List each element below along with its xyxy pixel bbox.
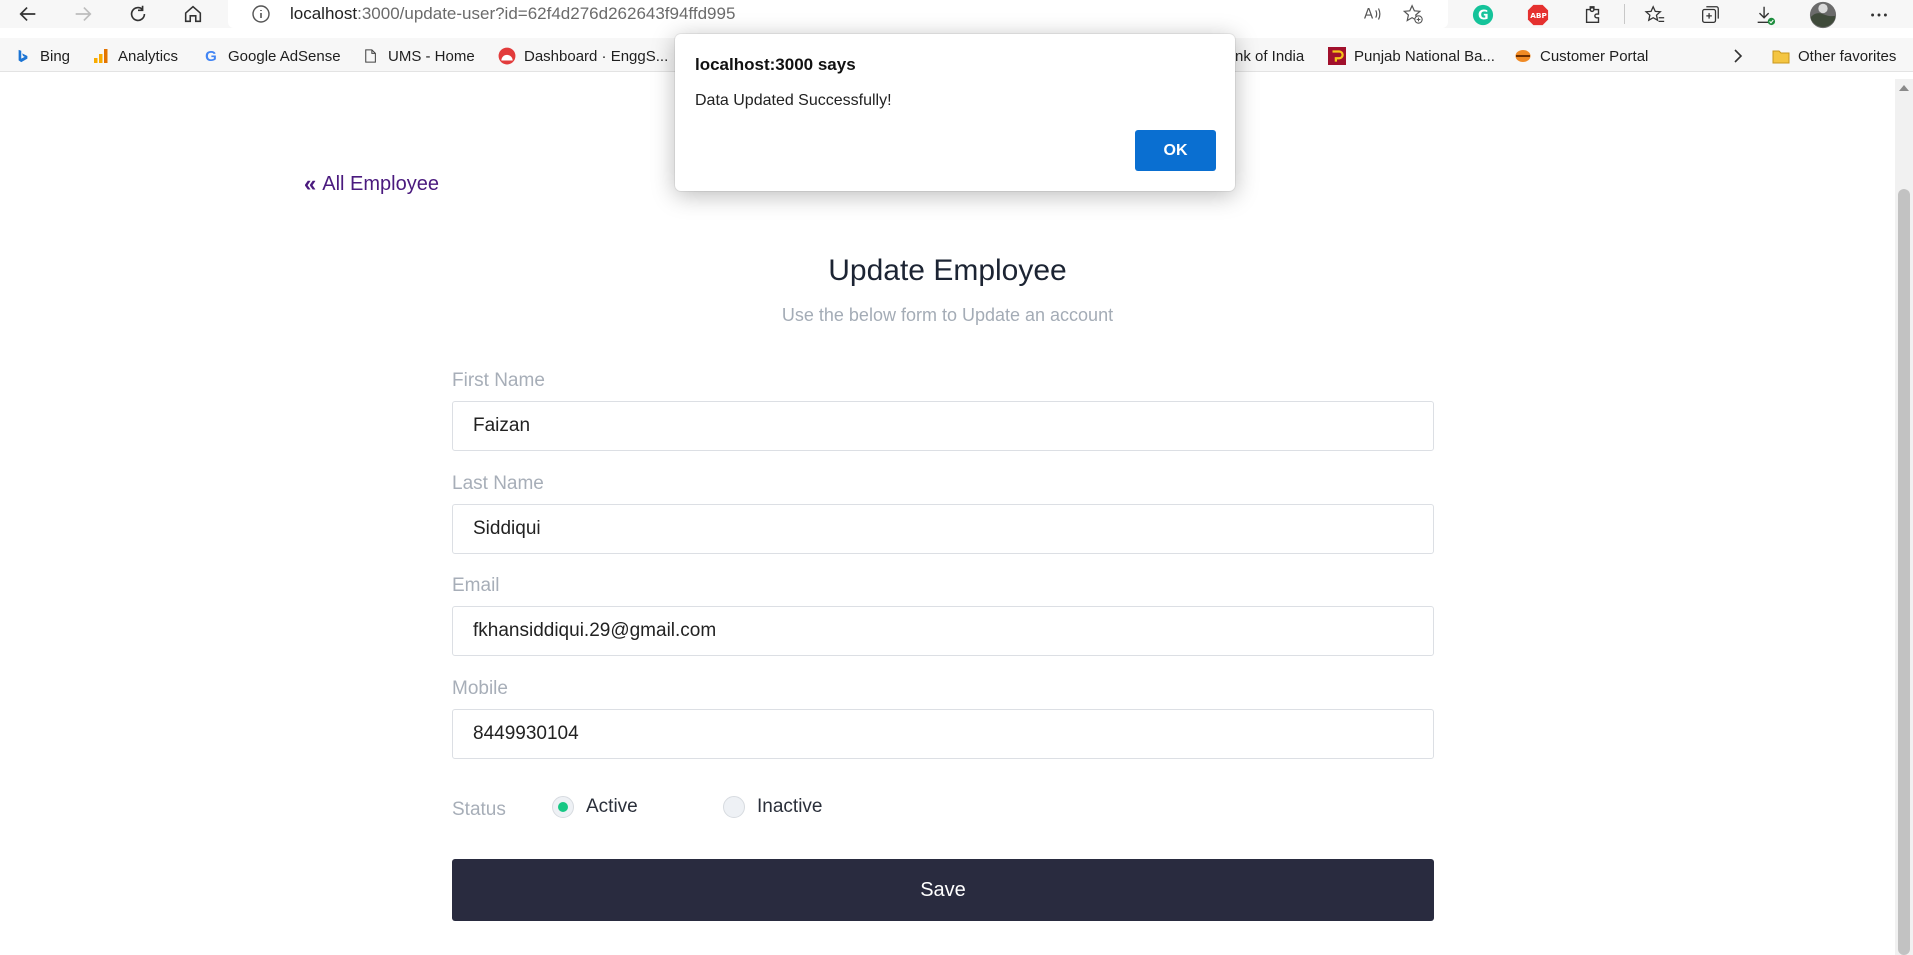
page-icon [362,47,380,65]
double-chevron-left-icon: « [304,171,317,196]
bookmark-ums-home[interactable]: UMS - Home [362,44,475,68]
page-title: Update Employee [828,254,1067,287]
svg-text:A: A [1364,7,1374,23]
dialog-title: localhost:3000 says [695,55,856,74]
bookmark-label: nk of India [1235,47,1305,65]
extensions-icon[interactable] [1580,2,1606,28]
profile-avatar[interactable] [1808,0,1838,30]
page-content: « All Employee Update Employee Use the b… [0,79,1895,955]
bookmark-bank-of-india[interactable]: nk of India [1235,44,1304,68]
status-active-radio[interactable]: Active [552,796,638,818]
dashboard-icon [498,47,516,65]
scroll-up-arrow-icon[interactable] [1899,85,1909,91]
pnb-icon [1328,47,1346,65]
grammarly-icon[interactable]: G [1470,2,1496,28]
last-name-input[interactable] [452,504,1434,554]
bookmark-label: Other favorites [1798,47,1897,65]
bookmark-label: Bing [40,47,71,65]
downloads-icon[interactable] [1752,2,1778,28]
read-aloud-icon[interactable]: A [1360,2,1386,26]
bookmark-label: UMS - Home [388,47,475,65]
back-link-label: All Employee [322,172,439,195]
forward-arrow-icon[interactable] [65,0,101,28]
mobile-label: Mobile [452,678,508,699]
bookmark-bing[interactable]: Bing [14,44,70,68]
last-name-label: Last Name [452,473,544,494]
first-name-input[interactable] [452,401,1434,451]
email-label: Email [452,575,500,596]
add-favorite-icon[interactable] [1400,2,1426,26]
portal-icon [1514,47,1532,65]
refresh-icon[interactable] [120,0,156,28]
all-employee-link[interactable]: « All Employee [304,171,439,197]
site-info-icon[interactable] [250,3,272,25]
svg-text:ABP: ABP [1530,11,1547,20]
first-name-label: First Name [452,370,545,391]
status-label: Status [452,799,506,820]
page-subtitle: Use the below form to Update an account [781,305,1114,325]
bookmark-label: Punjab National Ba... [1354,47,1495,65]
browser-toolbar: localhost:3000/update-user?id=62f4d276d2… [0,0,1913,30]
adblock-plus-icon[interactable]: ABP [1525,2,1551,28]
back-arrow-icon[interactable] [10,0,46,28]
collections-icon[interactable] [1697,2,1723,28]
dialog-message: Data Updated Successfully! [695,92,892,109]
mobile-input[interactable] [452,709,1434,759]
page-scrollbar[interactable] [1895,79,1913,955]
bing-icon [14,47,32,65]
toolbar-divider [1624,4,1625,24]
bookmark-label: Google AdSense [228,47,341,65]
favorites-icon[interactable] [1642,2,1668,28]
chevron-right-icon[interactable] [1728,46,1748,66]
google-icon: G [205,47,217,65]
radio-label-active: Active [586,796,638,817]
bookmark-punjab-national-bank[interactable]: Punjab National Ba... [1328,44,1495,68]
analytics-icon [92,47,110,65]
save-button[interactable]: Save [452,859,1434,921]
more-options-icon[interactable] [1866,2,1892,28]
alert-dialog: localhost:3000 says Data Updated Success… [675,34,1235,191]
bookmark-other-favorites[interactable]: Other favorites [1772,44,1896,68]
bookmark-analytics[interactable]: Analytics [92,44,178,68]
radio-label-inactive: Inactive [757,796,823,817]
bookmark-label: Analytics [118,47,179,65]
address-bar[interactable]: localhost:3000/update-user?id=62f4d276d2… [228,0,1448,28]
bookmark-label: Customer Portal [1540,47,1649,65]
bookmark-label: Dashboard · EnggS... [524,47,669,65]
bookmark-dashboard[interactable]: Dashboard · EnggS... [498,44,668,68]
folder-icon [1772,47,1790,65]
dialog-ok-button[interactable]: OK [1135,130,1216,171]
email-input[interactable] [452,606,1434,656]
radio-unselected-indicator[interactable] [723,796,745,818]
svg-text:G: G [1478,9,1489,24]
radio-selected-indicator[interactable] [552,796,574,818]
url-text[interactable]: localhost:3000/update-user?id=62f4d276d2… [290,4,735,24]
bookmark-customer-portal[interactable]: Customer Portal [1514,44,1648,68]
status-inactive-radio[interactable]: Inactive [723,796,822,818]
scroll-thumb[interactable] [1898,189,1910,955]
home-icon[interactable] [175,0,211,28]
bookmark-google-adsense[interactable]: G Google AdSense [202,44,341,68]
